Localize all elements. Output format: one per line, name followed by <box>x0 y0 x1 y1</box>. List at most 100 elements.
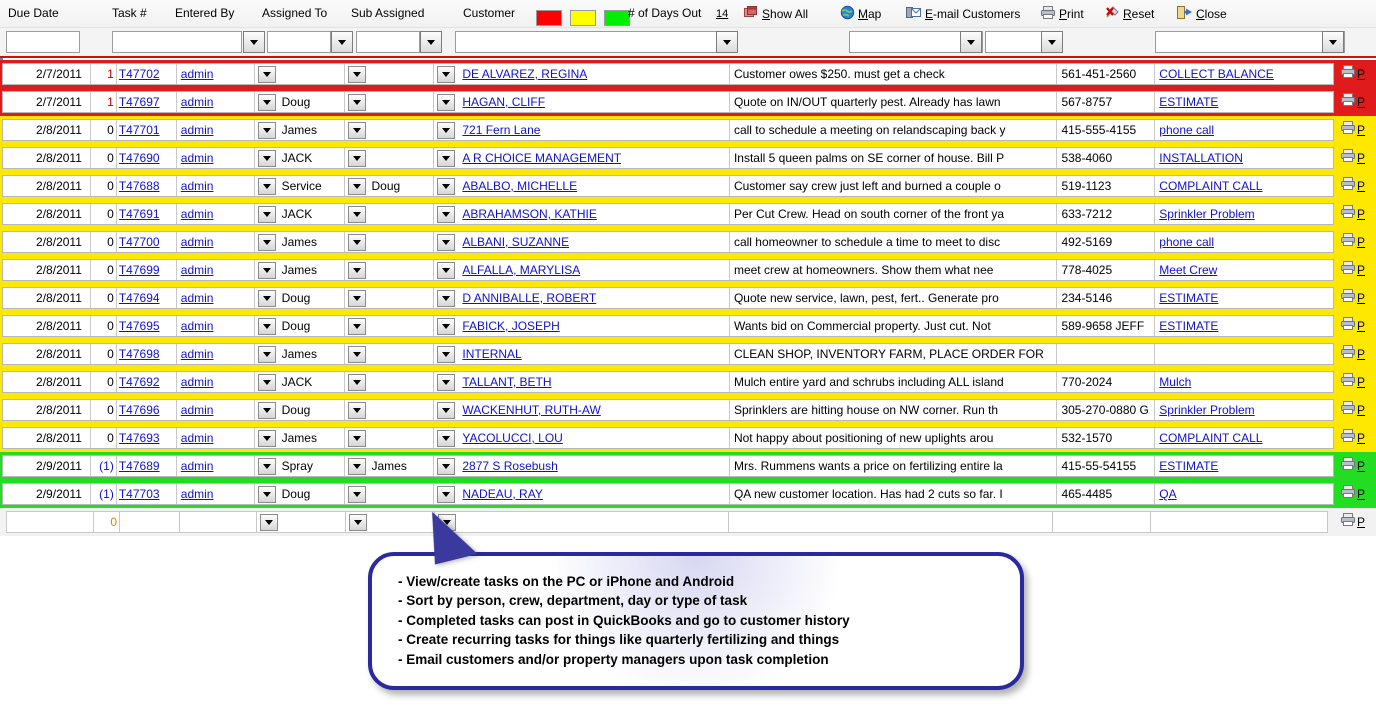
cell-entered-by[interactable]: admin <box>177 456 255 476</box>
cell-entered-by-link[interactable]: admin <box>181 319 214 333</box>
cell-assigned-to-dropdown[interactable] <box>345 232 369 252</box>
row-print-label[interactable]: P <box>1357 487 1365 501</box>
cell-entered-by-link[interactable]: admin <box>181 291 214 305</box>
cell-entered-by-dropdown[interactable] <box>255 260 279 280</box>
cell-entered-by[interactable]: admin <box>177 400 255 420</box>
cell-task-no-link[interactable]: T47692 <box>119 375 160 389</box>
row-print-action[interactable]: P <box>1336 172 1376 200</box>
chevron-down-icon[interactable] <box>258 458 276 475</box>
cell-entered-by-link[interactable]: admin <box>181 95 214 109</box>
filter-right-input[interactable] <box>1155 31 1345 53</box>
cell-task-type[interactable]: phone call <box>1155 232 1333 252</box>
chevron-down-icon[interactable] <box>258 486 276 503</box>
table-row[interactable]: 2/7/20111T47697adminDougHAGAN, CLIFFQuot… <box>0 88 1376 116</box>
printer-icon[interactable] <box>1340 373 1356 392</box>
cell-entered-by-dropdown[interactable] <box>255 120 279 140</box>
cell-entered-by-dropdown[interactable] <box>255 428 279 448</box>
cell-task-no-link[interactable]: T47701 <box>119 123 160 137</box>
cell-task-type-link[interactable]: Sprinkler Problem <box>1159 403 1254 417</box>
table-row[interactable]: 2/8/20110T47698adminJamesINTERNALCLEAN S… <box>0 340 1376 368</box>
printer-icon[interactable] <box>1340 261 1356 280</box>
cell-sub-assigned-dropdown[interactable] <box>434 288 458 308</box>
printer-icon[interactable] <box>1340 205 1356 224</box>
cell-sub-assigned-dropdown[interactable] <box>434 92 458 112</box>
chevron-down-icon[interactable] <box>437 234 455 251</box>
cell-sub-assigned-dropdown[interactable] <box>434 120 458 140</box>
cell-entered-by-link[interactable]: admin <box>181 487 214 501</box>
chevron-down-icon[interactable] <box>258 430 276 447</box>
cell-assigned-to-dropdown[interactable] <box>345 260 369 280</box>
chevron-down-icon[interactable] <box>258 234 276 251</box>
row-print-action[interactable]: P <box>1336 284 1376 312</box>
chevron-down-icon[interactable] <box>258 402 276 419</box>
cell-task-type-link[interactable]: Mulch <box>1159 375 1191 389</box>
printer-icon[interactable] <box>1340 93 1356 112</box>
cell-assigned-to-dropdown[interactable] <box>345 288 369 308</box>
cell-sub-assigned-dropdown[interactable] <box>434 400 458 420</box>
cell-task-type[interactable]: ESTIMATE <box>1155 288 1333 308</box>
printer-icon[interactable] <box>1340 485 1356 504</box>
cell-sub-assigned-dropdown[interactable] <box>434 428 458 448</box>
chevron-down-icon[interactable] <box>437 66 455 83</box>
cell-task-no-link[interactable]: T47703 <box>119 487 160 501</box>
cell-task-type[interactable]: Sprinkler Problem <box>1155 400 1333 420</box>
cell-customer[interactable]: 2877 S Rosebush <box>458 456 730 476</box>
cell-entered-by-dropdown[interactable] <box>255 92 279 112</box>
row-print-label[interactable]: P <box>1357 347 1365 361</box>
table-row[interactable]: 2/8/20110T47700adminJamesALBANI, SUZANNE… <box>0 228 1376 256</box>
chevron-down-icon[interactable] <box>258 94 276 111</box>
row-print-label[interactable]: P <box>1357 179 1365 193</box>
cell-entered-by-dropdown[interactable] <box>255 232 279 252</box>
cell-sub-assigned-dropdown[interactable] <box>434 372 458 392</box>
chevron-down-icon[interactable] <box>437 374 455 391</box>
cell-assigned-to-dropdown[interactable] <box>345 148 369 168</box>
cell-entered-by-link[interactable]: admin <box>181 459 214 473</box>
show-all-button[interactable]: Show All <box>744 4 808 24</box>
cell-task-type[interactable]: COMPLAINT CALL <box>1155 176 1333 196</box>
filter-customer-dropdown[interactable] <box>716 31 738 53</box>
cell-sub-assigned-dropdown[interactable] <box>434 64 458 84</box>
cell-task-type[interactable]: phone call <box>1155 120 1333 140</box>
cell-sub-assigned-dropdown[interactable] <box>434 260 458 280</box>
cell-customer-link[interactable]: 2877 S Rosebush <box>462 459 557 473</box>
cell-task-no[interactable]: T47691 <box>117 204 177 224</box>
cell-task-type[interactable]: COLLECT BALANCE <box>1155 64 1333 84</box>
table-row[interactable]: 2/8/20110T47694adminDougD ANNIBALLE, ROB… <box>0 284 1376 312</box>
chevron-down-icon[interactable] <box>437 346 455 363</box>
cell-customer-link[interactable]: HAGAN, CLIFF <box>462 95 545 109</box>
cell-entered-by-dropdown[interactable] <box>255 456 279 476</box>
chevron-down-icon[interactable] <box>258 122 276 139</box>
cell-task-no-link[interactable]: T47695 <box>119 319 160 333</box>
cell-task-no-link[interactable]: T47702 <box>119 67 160 81</box>
cell-customer[interactable]: INTERNAL <box>458 344 730 364</box>
chevron-down-icon[interactable] <box>437 318 455 335</box>
cell-task-no[interactable]: T47692 <box>117 372 177 392</box>
chevron-down-icon[interactable] <box>437 458 455 475</box>
cell-customer-link[interactable]: ALFALLA, MARYLISA <box>462 263 580 277</box>
chevron-down-icon[interactable] <box>348 290 366 307</box>
row-print-action[interactable]: P <box>1336 256 1376 284</box>
chevron-down-icon[interactable] <box>437 206 455 223</box>
cell-customer-link[interactable]: 721 Fern Lane <box>462 123 540 137</box>
cell-entered-by-link[interactable]: admin <box>181 207 214 221</box>
printer-icon[interactable] <box>1340 513 1356 532</box>
cell-task-no[interactable]: T47699 <box>117 260 177 280</box>
cell-task-type-link[interactable]: INSTALLATION <box>1159 151 1243 165</box>
cell-entered-by[interactable]: admin <box>177 260 255 280</box>
row-print-label[interactable]: P <box>1357 291 1365 305</box>
table-row[interactable]: 0P <box>0 508 1376 536</box>
cell-entered-by[interactable]: admin <box>177 148 255 168</box>
cell-assigned-to-dropdown[interactable] <box>346 512 370 532</box>
table-row[interactable]: 2/7/20111T47702adminDE ALVAREZ, REGINACu… <box>0 60 1376 88</box>
cell-assigned-to-dropdown[interactable] <box>345 484 369 504</box>
chevron-down-icon[interactable] <box>348 234 366 251</box>
filter-task-no-input[interactable] <box>112 31 242 53</box>
cell-customer-link[interactable]: DE ALVAREZ, REGINA <box>462 67 587 81</box>
table-row[interactable]: 2/9/2011(1)T47689adminSprayJames2877 S R… <box>0 452 1376 480</box>
cell-customer-link[interactable]: FABICK, JOSEPH <box>462 319 559 333</box>
printer-icon[interactable] <box>1340 149 1356 168</box>
cell-task-type-link[interactable]: ESTIMATE <box>1159 95 1218 109</box>
chevron-down-icon[interactable] <box>260 514 278 531</box>
cell-customer-link[interactable]: A R CHOICE MANAGEMENT <box>462 151 621 165</box>
cell-task-type-link[interactable]: ESTIMATE <box>1159 291 1218 305</box>
